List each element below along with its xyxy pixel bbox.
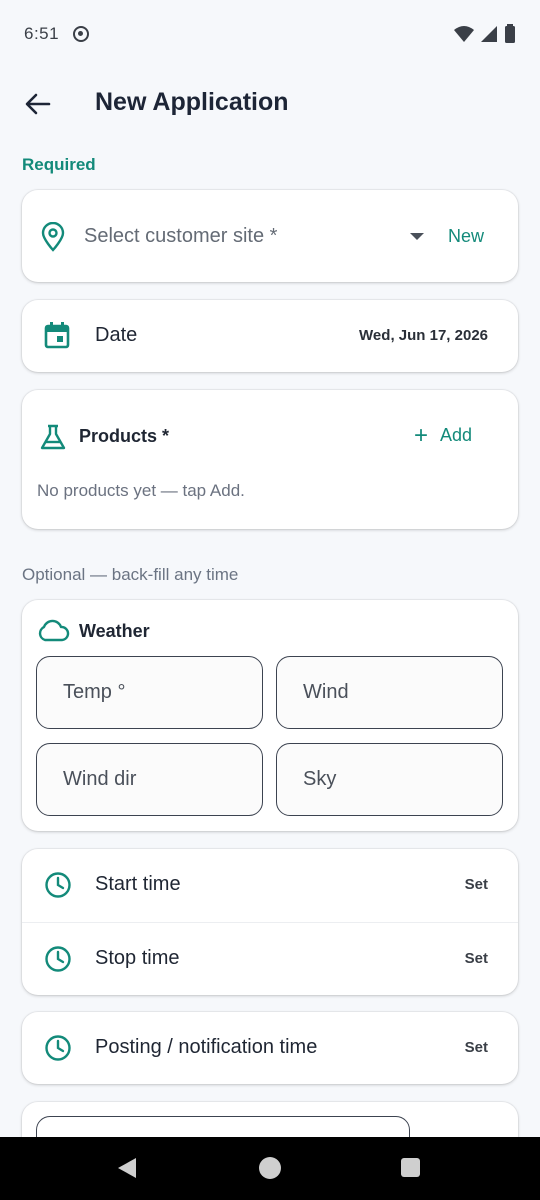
wifi-icon bbox=[454, 26, 474, 42]
posting-time-row[interactable]: Posting / notification time Set bbox=[22, 1012, 518, 1085]
back-button[interactable] bbox=[20, 86, 56, 122]
posting-time-label: Posting / notification time bbox=[95, 1036, 318, 1058]
section-optional-label: Optional — back-fill any time bbox=[22, 565, 239, 584]
signal-icon bbox=[481, 26, 497, 42]
location-pin-icon bbox=[41, 222, 65, 252]
posting-time-card: Posting / notification time Set bbox=[22, 1012, 518, 1084]
wind-dir-input[interactable]: Wind dir bbox=[36, 743, 263, 816]
system-nav-bar bbox=[0, 1137, 540, 1200]
flask-icon bbox=[40, 424, 66, 450]
products-title: Products * bbox=[79, 426, 170, 446]
cloud-icon bbox=[38, 619, 70, 642]
page-title: New Application bbox=[95, 88, 289, 116]
sky-input[interactable]: Sky bbox=[276, 743, 503, 816]
customer-site-select[interactable]: Select customer site * bbox=[22, 190, 518, 282]
nav-back-button[interactable] bbox=[118, 1158, 136, 1178]
posting-time-set[interactable]: Set bbox=[465, 1039, 488, 1056]
times-card: Start time Set Stop time Set bbox=[22, 849, 518, 995]
arrow-left-icon bbox=[25, 93, 51, 115]
clock-icon bbox=[45, 1035, 71, 1061]
weather-card: Weather Temp ° Wind Wind dir Sky bbox=[22, 600, 518, 831]
plus-icon: + bbox=[414, 421, 429, 449]
products-empty-text: No products yet — tap Add. bbox=[37, 481, 245, 500]
weather-title: Weather bbox=[79, 621, 150, 641]
stop-time-label: Stop time bbox=[95, 947, 180, 969]
start-time-row[interactable]: Start time Set bbox=[22, 849, 518, 922]
status-icons bbox=[454, 24, 516, 44]
nav-home-button[interactable] bbox=[259, 1157, 281, 1179]
nav-recents-button[interactable] bbox=[401, 1158, 420, 1177]
status-bar: 6:51 bbox=[0, 0, 540, 68]
date-value: Wed, Jun 17, 2026 bbox=[359, 327, 488, 344]
start-time-label: Start time bbox=[95, 873, 181, 895]
date-label: Date bbox=[95, 324, 138, 346]
calendar-icon bbox=[44, 322, 70, 349]
stop-time-set[interactable]: Set bbox=[465, 950, 488, 967]
customer-site-card: Select customer site * New bbox=[22, 190, 518, 282]
notification-icon bbox=[73, 26, 90, 42]
customer-site-placeholder: Select customer site * bbox=[84, 225, 278, 247]
add-product-label: Add bbox=[440, 425, 473, 445]
clock-icon bbox=[45, 872, 71, 898]
temp-input[interactable]: Temp ° bbox=[36, 656, 263, 729]
products-card: Products * + Add No products yet — tap A… bbox=[22, 390, 518, 529]
dropdown-caret-icon[interactable] bbox=[410, 233, 424, 240]
new-customer-button[interactable]: New bbox=[448, 226, 484, 247]
start-time-set[interactable]: Set bbox=[465, 876, 488, 893]
status-time: 6:51 bbox=[24, 24, 60, 43]
stop-time-row[interactable]: Stop time Set bbox=[22, 923, 518, 996]
battery-icon bbox=[505, 24, 515, 43]
wind-input[interactable]: Wind bbox=[276, 656, 503, 729]
clock-icon bbox=[45, 946, 71, 972]
section-required-label: Required bbox=[22, 155, 96, 174]
add-product-button[interactable]: + Add bbox=[414, 421, 473, 449]
app-bar: New Application bbox=[0, 68, 540, 142]
date-row[interactable]: Date Wed, Jun 17, 2026 bbox=[22, 300, 518, 372]
